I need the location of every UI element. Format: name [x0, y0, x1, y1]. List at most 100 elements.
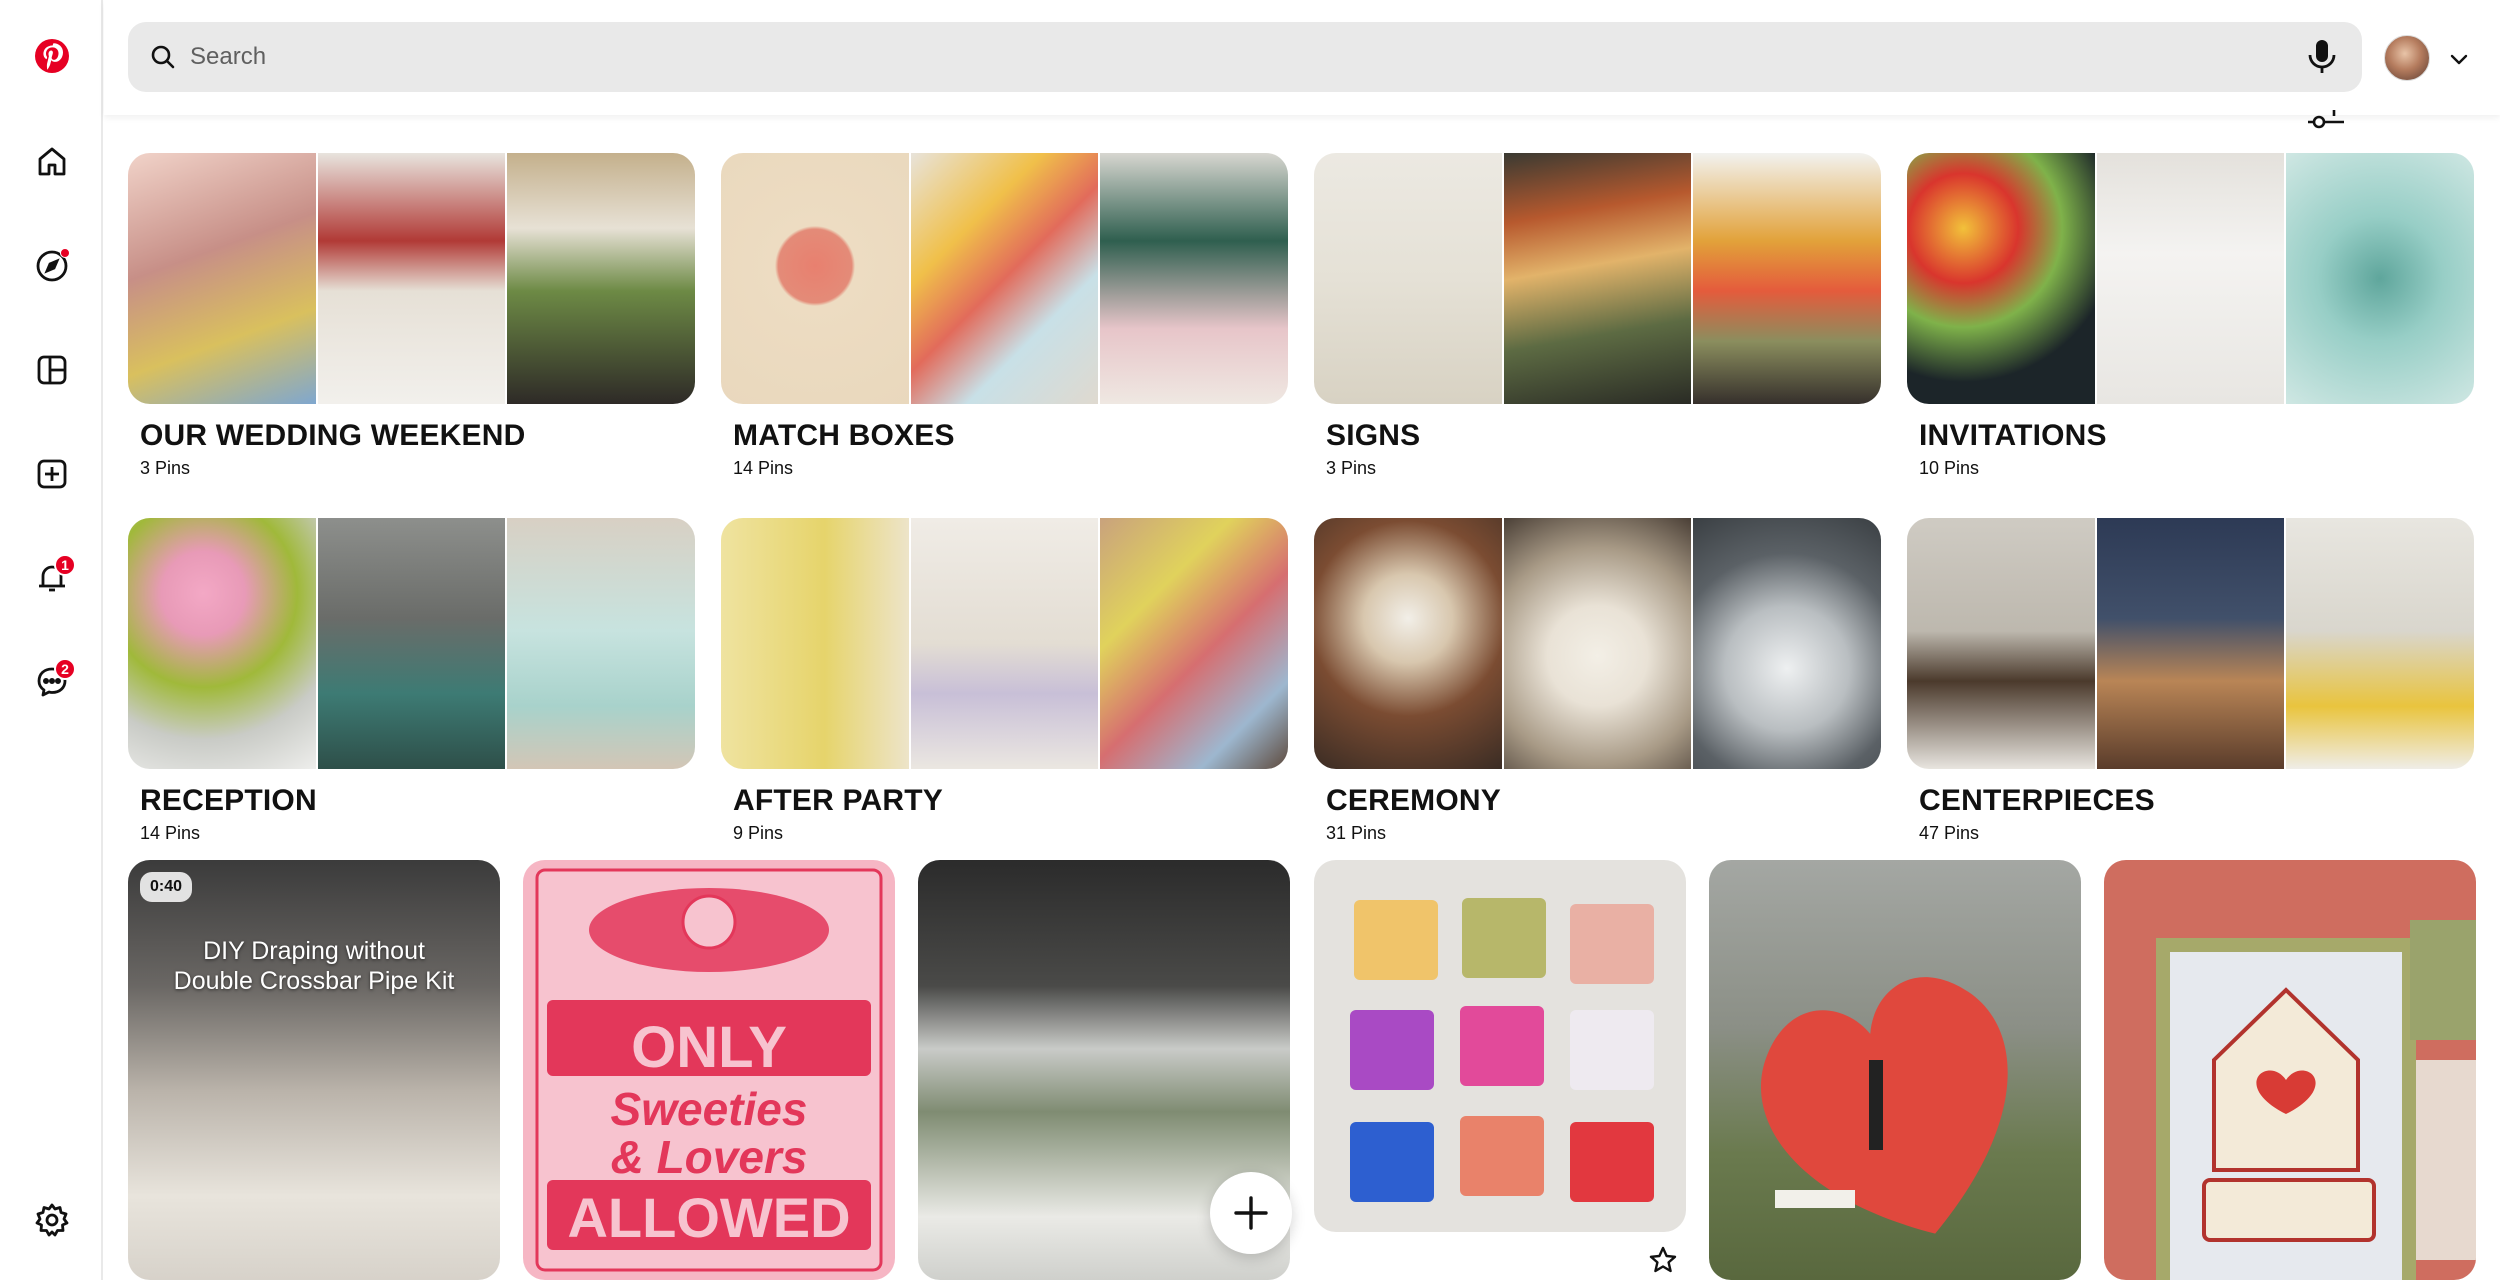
pin-count-unit: Pins: [165, 823, 201, 843]
pin-count-value: 3: [1326, 458, 1337, 478]
pin-card[interactable]: 0:40 DIY Draping without Double Crossbar…: [128, 860, 500, 1280]
search-bar[interactable]: [128, 22, 2362, 92]
filter-icon[interactable]: [2306, 108, 2346, 132]
notifications-icon[interactable]: 1: [24, 550, 80, 606]
board-cover-image: [2096, 153, 2285, 404]
board-cover-image: [1314, 518, 1502, 769]
board-pin-count: 14 Pins: [733, 458, 1288, 479]
board-pin-count: 3 Pins: [140, 458, 695, 479]
board-title[interactable]: CEREMONY: [1326, 781, 1881, 821]
board-cover-image: [507, 153, 695, 404]
board-cover-image: [128, 153, 316, 404]
pin-count-value: 14: [140, 823, 161, 843]
board-cover-image: [1693, 518, 1881, 769]
board-card[interactable]: CENTERPIECES 47 Pins: [1907, 518, 2474, 844]
poster-word-lovers: & Lovers: [610, 1131, 808, 1183]
pin-count-unit: Pins: [1944, 823, 1980, 843]
board-collage[interactable]: [128, 518, 695, 769]
board-cover-image: [1503, 153, 1692, 404]
pin-card[interactable]: [1709, 860, 2081, 1280]
board-collage[interactable]: [1314, 518, 1881, 769]
poster-word-allowed: ALLOWED: [567, 1186, 851, 1249]
pin-count-unit: Pins: [155, 458, 191, 478]
board-cover-image: [317, 518, 506, 769]
star-icon[interactable]: [1648, 1245, 1678, 1275]
pin-count-value: 10: [1919, 458, 1940, 478]
home-icon[interactable]: [24, 134, 80, 190]
board-card[interactable]: INVITATIONS 10 Pins: [1907, 153, 2474, 479]
board-title[interactable]: RECEPTION: [140, 781, 695, 821]
pin-count-unit: Pins: [1341, 458, 1377, 478]
board-title[interactable]: CENTERPIECES: [1919, 781, 2474, 821]
board-title[interactable]: AFTER PARTY: [733, 781, 1288, 821]
board-cover-image: [1907, 153, 2095, 404]
microphone-icon[interactable]: [2304, 38, 2340, 76]
board-cover-image: [1100, 153, 1288, 404]
top-header: [104, 0, 2500, 115]
pin-count-value: 9: [733, 823, 744, 843]
notifications-badge: 1: [54, 554, 76, 576]
pin-count-value: 14: [733, 458, 754, 478]
pin-count-unit: Pins: [758, 458, 794, 478]
pin-caption-line: DIY Draping without: [203, 937, 425, 965]
board-cover-image: [910, 518, 1099, 769]
video-duration-badge: 0:40: [140, 872, 193, 902]
board-collage[interactable]: [1907, 153, 2474, 404]
chapel-sign-art: [2156, 920, 2476, 1280]
board-collage[interactable]: [721, 153, 1288, 404]
board-card[interactable]: RECEPTION 14 Pins: [128, 518, 695, 844]
board-cover-image: [2286, 518, 2474, 769]
board-title[interactable]: SIGNS: [1326, 416, 1881, 456]
pin-caption-line: Double Crossbar Pipe Kit: [173, 967, 455, 995]
pinterest-logo-icon[interactable]: [24, 28, 80, 84]
search-icon: [151, 45, 175, 69]
board-title[interactable]: MATCH BOXES: [733, 416, 1288, 456]
pin-image: [1709, 860, 2081, 1280]
board-card[interactable]: CEREMONY 31 Pins: [1314, 518, 1881, 844]
board-collage[interactable]: [721, 518, 1288, 769]
board-pin-count: 14 Pins: [140, 823, 695, 844]
board-pin-count: 10 Pins: [1919, 458, 2474, 479]
create-icon[interactable]: [24, 446, 80, 502]
messages-icon[interactable]: 2: [24, 654, 80, 710]
board-title[interactable]: INVITATIONS: [1919, 416, 2474, 456]
poster-word-only: ONLY: [631, 1015, 787, 1080]
board-collage[interactable]: [1907, 518, 2474, 769]
pin-video-thumbnail[interactable]: 0:40 DIY Draping without Double Crossbar…: [128, 860, 500, 1280]
board-title[interactable]: OUR WEDDING WEEKEND: [140, 416, 695, 456]
board-card[interactable]: SIGNS 3 Pins: [1314, 153, 1881, 479]
board-collage[interactable]: [128, 153, 695, 404]
pin-image: [2104, 860, 2476, 1280]
board-cover-image: [1314, 153, 1502, 404]
explore-icon[interactable]: [24, 238, 80, 294]
messages-badge: 2: [54, 658, 76, 680]
pin-card[interactable]: [1314, 860, 1686, 1232]
board-cover-image: [721, 153, 909, 404]
pin-card[interactable]: [2104, 860, 2476, 1280]
pin-card[interactable]: ONLY Sweeties & Lovers ALLOWED: [523, 860, 895, 1280]
board-cover-image: [1503, 518, 1692, 769]
board-cover-image: [128, 518, 316, 769]
board-cover-image: [2096, 518, 2285, 769]
board-card[interactable]: MATCH BOXES 14 Pins: [721, 153, 1288, 479]
board-pin-count: 3 Pins: [1326, 458, 1881, 479]
board-cover-image: [1693, 153, 1881, 404]
board-card[interactable]: OUR WEDDING WEEKEND 3 Pins: [128, 153, 695, 479]
pin-count-unit: Pins: [748, 823, 784, 843]
board-pin-count: 47 Pins: [1919, 823, 2474, 844]
pin-image: ONLY Sweeties & Lovers ALLOWED: [523, 860, 895, 1280]
add-pin-button[interactable]: [1210, 1172, 1292, 1254]
pin-count-unit: Pins: [1351, 823, 1387, 843]
board-cover-image: [507, 518, 695, 769]
gear-icon[interactable]: [24, 1192, 80, 1248]
board-collage[interactable]: [1314, 153, 1881, 404]
favor-bags-art: [1350, 898, 1654, 1202]
board-card[interactable]: AFTER PARTY 9 Pins: [721, 518, 1288, 844]
search-input[interactable]: [190, 43, 2090, 71]
chevron-down-icon[interactable]: [2448, 48, 2470, 70]
avatar[interactable]: [2384, 35, 2430, 81]
pin-count-unit: Pins: [1944, 458, 1980, 478]
left-nav-rail: 1 2: [0, 0, 103, 1280]
pin-image: [1314, 860, 1686, 1232]
boards-icon[interactable]: [24, 342, 80, 398]
